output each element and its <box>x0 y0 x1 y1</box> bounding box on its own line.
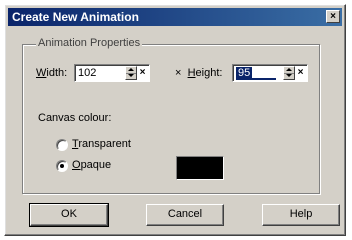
clear-icon[interactable]: × <box>296 66 305 80</box>
help-button[interactable]: Help <box>262 204 340 226</box>
clear-icon[interactable]: × <box>138 66 147 80</box>
width-spinner[interactable] <box>125 66 137 80</box>
ok-button[interactable]: OK <box>29 203 109 227</box>
spin-down-icon[interactable] <box>126 73 136 79</box>
canvas-colour-label: Canvas colour: <box>38 112 112 124</box>
opaque-label[interactable]: Opaque <box>72 159 111 171</box>
group-legend: Animation Properties <box>36 37 143 49</box>
height-label: × Height: <box>175 67 223 79</box>
selection-underline <box>236 78 276 80</box>
radio-opaque[interactable] <box>56 160 68 172</box>
canvas-colour-swatch[interactable] <box>176 156 224 180</box>
radio-selected-dot <box>60 164 64 168</box>
width-value: 102 <box>78 67 97 79</box>
title-bar[interactable]: Create New Animation × <box>8 8 342 26</box>
radio-transparent[interactable] <box>56 139 68 151</box>
height-spinner[interactable] <box>283 66 295 80</box>
width-label: Width: <box>36 67 68 79</box>
close-icon[interactable]: × <box>326 10 340 23</box>
window-title: Create New Animation <box>12 10 139 24</box>
width-field[interactable]: 102 × <box>74 64 150 82</box>
height-field[interactable]: 95 × <box>232 64 308 82</box>
transparent-label[interactable]: Transparent <box>72 138 131 150</box>
cancel-button[interactable]: Cancel <box>146 204 224 226</box>
spin-down-icon[interactable] <box>284 73 294 79</box>
